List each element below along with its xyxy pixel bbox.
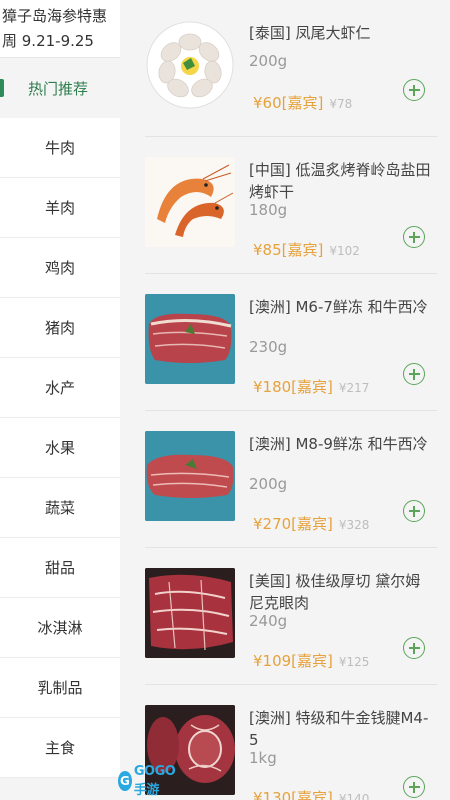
- product-image-shrimp-meat[interactable]: [145, 20, 235, 110]
- product-image-striploin-m6[interactable]: [145, 294, 235, 384]
- member-price: ¥85[嘉宾]: [253, 241, 324, 259]
- product-weight: 200g: [249, 52, 288, 70]
- product-weight: 230g: [249, 338, 288, 356]
- product-image-dried-shrimp[interactable]: [145, 157, 235, 247]
- product-name: [澳洲] M8-9鲜冻 和牛西冷: [249, 435, 428, 453]
- original-price: ¥328: [338, 518, 370, 532]
- member-price: ¥109[嘉宾]: [253, 652, 333, 670]
- promo-title: 獐子岛海参特惠: [2, 7, 108, 25]
- product-weight: 1kg: [249, 749, 277, 767]
- category-list: 牛肉 羊肉 鸡肉 猪肉 水产 水果 蔬菜 甜品 冰淇淋 乳制品 主食: [0, 118, 120, 778]
- active-indicator: [0, 79, 4, 97]
- price-row: ¥109[嘉宾] ¥125: [253, 650, 369, 671]
- product-name: [中国] 低温炙烤脊岭岛盐田烤虾干: [249, 161, 431, 201]
- original-price: ¥217: [338, 381, 370, 395]
- watermark-text: GOGO手游: [133, 764, 176, 798]
- add-to-cart-button[interactable]: [403, 79, 425, 101]
- add-to-cart-button[interactable]: [403, 226, 425, 248]
- member-price: ¥180[嘉宾]: [253, 378, 333, 396]
- sidebar-item-ice-cream[interactable]: 冰淇淋: [0, 598, 120, 658]
- product-weight: 200g: [249, 475, 288, 493]
- category-sidebar: 獐子岛海参特惠 周 9.21-9.25 热门推荐 牛肉 羊肉 鸡肉 猪肉 水产 …: [0, 0, 120, 800]
- product-name: [澳洲] M6-7鲜冻 和牛西冷: [249, 298, 428, 316]
- original-price: ¥140: [338, 792, 370, 800]
- sidebar-item-lamb[interactable]: 羊肉: [0, 178, 120, 238]
- sidebar-item-staples[interactable]: 主食: [0, 718, 120, 778]
- sidebar-item-vegetables[interactable]: 蔬菜: [0, 478, 120, 538]
- promo-banner[interactable]: 獐子岛海参特惠 周 9.21-9.25: [0, 0, 120, 58]
- original-price: ¥78: [329, 97, 353, 111]
- add-to-cart-button[interactable]: [403, 637, 425, 659]
- product-card[interactable]: [中国] 低温炙烤脊岭岛盐田烤虾干 180g ¥85[嘉宾] ¥102: [145, 137, 437, 274]
- product-weight: 240g: [249, 612, 288, 630]
- price-row: ¥180[嘉宾] ¥217: [253, 376, 369, 397]
- product-card[interactable]: [美国] 极佳级厚切 黛尔姆尼克眼肉 240g ¥109[嘉宾] ¥125: [145, 548, 437, 685]
- promo-dates: 周 9.21-9.25: [2, 32, 94, 50]
- product-image-ribeye[interactable]: [145, 568, 235, 658]
- sidebar-item-pork[interactable]: 猪肉: [0, 298, 120, 358]
- sidebar-item-hot-recommend[interactable]: 热门推荐: [0, 58, 120, 118]
- product-card[interactable]: [澳洲] 特级和牛金钱腱M4-5 1kg ¥130[嘉宾] ¥140: [145, 685, 437, 800]
- watermark-logo: G GOGO手游: [118, 764, 180, 798]
- add-to-cart-button[interactable]: [403, 500, 425, 522]
- price-row: ¥85[嘉宾] ¥102: [253, 239, 360, 260]
- sidebar-item-seafood[interactable]: 水产: [0, 358, 120, 418]
- product-card[interactable]: [澳洲] M8-9鲜冻 和牛西冷 200g ¥270[嘉宾] ¥328: [145, 411, 437, 548]
- sidebar-item-label: 热门推荐: [28, 79, 89, 98]
- price-row: ¥270[嘉宾] ¥328: [253, 513, 369, 534]
- sidebar-item-chicken[interactable]: 鸡肉: [0, 238, 120, 298]
- member-price: ¥270[嘉宾]: [253, 515, 333, 533]
- product-name: [美国] 极佳级厚切 黛尔姆尼克眼肉: [249, 572, 421, 612]
- product-image-striploin-m8[interactable]: [145, 431, 235, 521]
- product-card[interactable]: [澳洲] M6-7鲜冻 和牛西冷 230g ¥180[嘉宾] ¥217: [145, 274, 437, 411]
- member-price: ¥130[嘉宾]: [253, 789, 333, 800]
- product-name: [泰国] 凤尾大虾仁: [249, 24, 371, 42]
- price-row: ¥60[嘉宾] ¥78: [253, 92, 352, 113]
- original-price: ¥102: [329, 244, 360, 258]
- sidebar-item-dairy[interactable]: 乳制品: [0, 658, 120, 718]
- add-to-cart-button[interactable]: [403, 776, 425, 798]
- sidebar-item-desserts[interactable]: 甜品: [0, 538, 120, 598]
- member-price: ¥60[嘉宾]: [253, 94, 324, 112]
- product-card[interactable]: [泰国] 凤尾大虾仁 200g ¥60[嘉宾] ¥78: [145, 0, 437, 137]
- product-list[interactable]: [泰国] 凤尾大虾仁 200g ¥60[嘉宾] ¥78 [中国] 低温炙烤脊岭岛盐…: [120, 0, 450, 800]
- add-to-cart-button[interactable]: [403, 363, 425, 385]
- product-name: [澳洲] 特级和牛金钱腱M4-5: [249, 709, 429, 749]
- price-row: ¥130[嘉宾] ¥140: [253, 787, 369, 800]
- watermark-logo-icon: G: [118, 771, 132, 791]
- original-price: ¥125: [338, 655, 370, 669]
- sidebar-item-fruit[interactable]: 水果: [0, 418, 120, 478]
- sidebar-item-beef[interactable]: 牛肉: [0, 118, 120, 178]
- product-weight: 180g: [249, 201, 288, 219]
